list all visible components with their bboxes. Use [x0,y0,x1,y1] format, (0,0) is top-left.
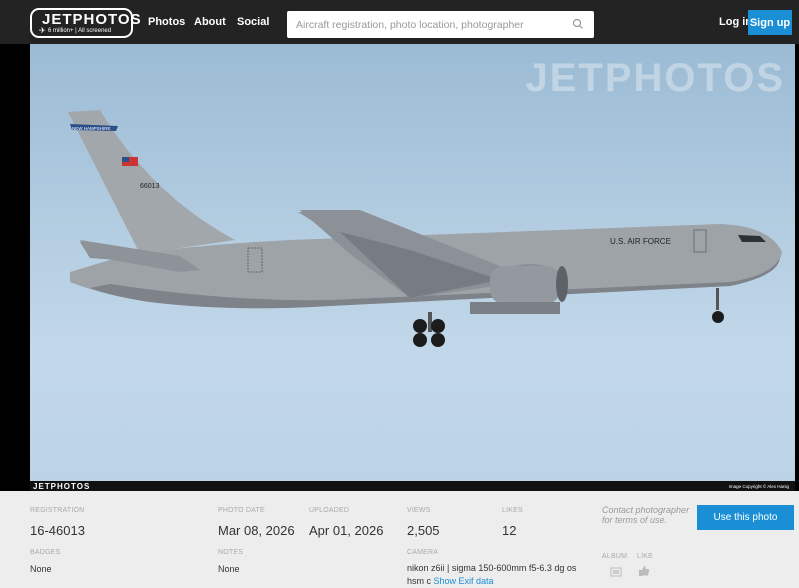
registration-value[interactable]: 16-46013 [30,523,85,538]
signup-button[interactable]: Sign up [748,10,792,35]
logo-wordmark: JETPHOTOS [42,11,142,28]
photo-copyright: Image Copyright © Alex Hanig [728,484,789,489]
nav-about[interactable]: About [194,16,226,28]
nav-photos[interactable]: Photos [148,16,185,28]
plane-icon: ✈ [39,26,46,35]
search-icon[interactable] [572,18,584,30]
album-label: ALBUM [602,553,628,560]
badges-label: BADGES [30,549,61,556]
likes-label: LIKES [502,507,523,514]
logo-tagline: 6 million+ | All screened [48,28,112,34]
thumbs-up-icon[interactable] [638,565,650,577]
photo-corner-logo: JETPHOTOS [33,482,91,491]
show-exif-link[interactable]: Show Exif data [434,576,494,586]
top-navigation-bar: JETPHOTOS ✈ 6 million+ | All screened Ph… [0,0,799,44]
jetphotos-logo[interactable]: JETPHOTOS ✈ 6 million+ | All screened [30,8,141,38]
photo-details-panel: REGISTRATION 16-46013 PHOTO DATE Mar 08,… [0,491,799,588]
uploaded-value: Apr 01, 2026 [309,523,384,538]
like-label: LIKE [637,553,653,560]
camera-label: CAMERA [407,549,439,556]
uploaded-label: UPLOADED [309,507,350,514]
photo-date-value: Mar 08, 2026 [218,523,295,538]
notes-value: None [218,564,240,574]
aircraft-photo[interactable]: JETPHOTOS NEW HAMPSHIRE 66013 U.S. AIR F… [30,44,795,485]
tail-number-text: 66013 [140,183,160,190]
likes-value: 12 [502,523,517,538]
tail-banner-text: NEW HAMPSHIRE [72,126,111,131]
camera-value: nikon z6ii | sigma 150-600mm f5-6.3 dg o… [407,562,592,588]
search-box [287,11,594,38]
photo-footer-bar [30,481,795,491]
photo-date-label: PHOTO DATE [218,507,265,514]
views-label: VIEWS [407,507,431,514]
contact-photographer-text: Contact photographer for terms of use. [602,505,690,525]
search-input[interactable] [287,11,557,38]
nav-social[interactable]: Social [237,16,269,28]
views-value: 2,505 [407,523,440,538]
notes-label: NOTES [218,549,244,556]
aircraft-illustration: NEW HAMPSHIRE 66013 U.S. AIR FORCE [68,110,782,347]
registration-label: REGISTRATION [30,507,85,514]
use-this-photo-button[interactable]: Use this photo [697,505,794,530]
fuselage-text: U.S. AIR FORCE [610,237,671,246]
album-icon[interactable] [610,567,622,577]
badges-value: None [30,564,52,574]
